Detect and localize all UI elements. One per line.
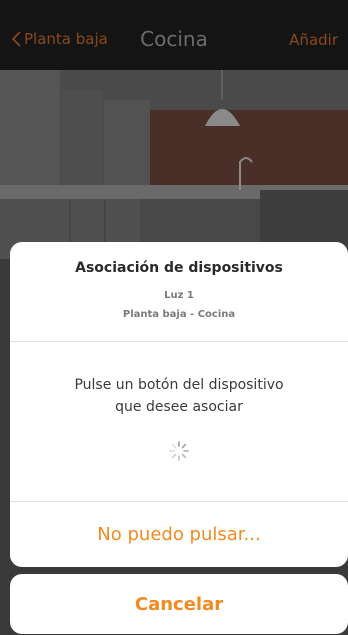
association-sheet: Asociación de dispositivos Luz 1 Planta … [10,242,348,567]
spinner-icon [169,441,189,461]
navigation-bar: Planta baja Cocina Añadir [0,0,348,70]
device-name: Luz 1 [164,290,194,301]
sheet-body: Pulse un botón del dispositivo que desee… [10,342,348,502]
cannot-press-button[interactable]: No puedo pulsar... [10,502,348,567]
sheet-title: Asociación de dispositivos [75,260,283,276]
instruction-line-2: que desee asociar [115,399,243,415]
instruction-line-1: Pulse un botón del dispositivo [74,377,284,393]
device-location: Planta baja - Cocina [122,309,236,320]
app-screen: Planta baja Cocina Añadir Asociación de … [0,0,348,635]
cancel-button[interactable]: Cancelar [10,574,348,634]
add-button[interactable]: Añadir [289,31,338,49]
sheet-header: Asociación de dispositivos Luz 1 Planta … [10,242,348,342]
